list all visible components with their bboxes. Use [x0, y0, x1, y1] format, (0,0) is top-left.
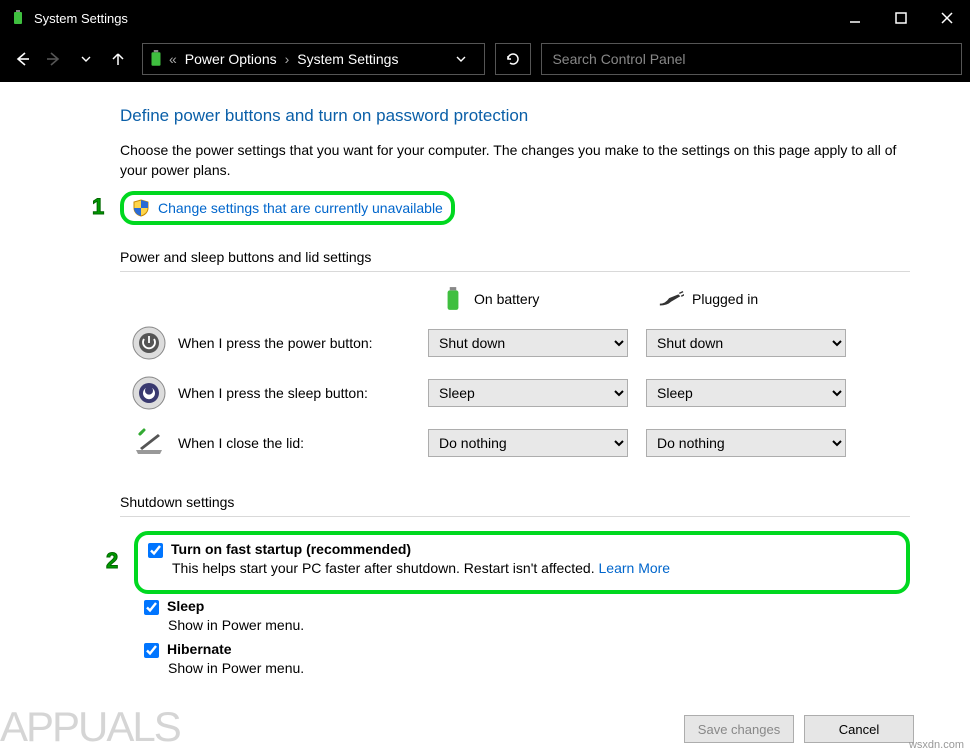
- breadcrumb[interactable]: « Power Options › System Settings: [142, 43, 485, 75]
- column-plugged-in: Plugged in: [646, 286, 846, 312]
- sleep-checkbox[interactable]: [144, 600, 159, 615]
- cancel-button[interactable]: Cancel: [804, 715, 914, 743]
- power-button-battery-select[interactable]: Shut down: [428, 329, 628, 357]
- breadcrumb-separator: «: [169, 51, 177, 67]
- sleep-option-desc: Show in Power menu.: [168, 617, 910, 633]
- annotation-badge-1: 1: [92, 194, 118, 222]
- power-options-grid: On battery Plugged in When I press the p…: [120, 286, 910, 462]
- hibernate-option-label: Hibernate: [167, 641, 232, 657]
- row-power-label: When I press the power button:: [178, 335, 373, 351]
- page-heading: Define power buttons and turn on passwor…: [120, 106, 910, 126]
- uac-shield-icon: [132, 199, 150, 217]
- power-button-icon: [130, 324, 168, 362]
- fast-startup-highlight: 2 Turn on fast startup (recommended) Thi…: [134, 531, 910, 594]
- nav-forward-button[interactable]: [40, 43, 68, 75]
- breadcrumb-system-settings[interactable]: System Settings: [293, 51, 402, 67]
- row-sleep-label: When I press the sleep button:: [178, 385, 368, 401]
- lid-battery-select[interactable]: Do nothing: [428, 429, 628, 457]
- fast-startup-checkbox[interactable]: [148, 543, 163, 558]
- hibernate-row: Hibernate: [144, 641, 910, 658]
- sleep-button-plugged-select[interactable]: Sleep: [646, 379, 846, 407]
- minimize-button[interactable]: [832, 0, 878, 36]
- page-description: Choose the power settings that you want …: [120, 140, 910, 181]
- fast-startup-desc: This helps start your PC faster after sh…: [172, 560, 896, 576]
- chevron-right-icon: ›: [285, 51, 290, 67]
- plug-icon: [658, 286, 684, 312]
- nav-up-button[interactable]: [104, 43, 132, 75]
- nav-history-dropdown[interactable]: [72, 43, 100, 75]
- power-button-plugged-select[interactable]: Shut down: [646, 329, 846, 357]
- laptop-lid-icon: [130, 424, 168, 462]
- shutdown-settings-group: 2 Turn on fast startup (recommended) Thi…: [120, 531, 910, 676]
- refresh-button[interactable]: [495, 43, 531, 75]
- learn-more-link[interactable]: Learn More: [599, 560, 671, 576]
- sleep-button-icon: [130, 374, 168, 412]
- hibernate-option-desc: Show in Power menu.: [168, 660, 910, 676]
- window-title: System Settings: [34, 11, 832, 26]
- sleep-option-label: Sleep: [167, 598, 204, 614]
- fast-startup-label: Turn on fast startup (recommended): [171, 541, 411, 557]
- close-button[interactable]: [924, 0, 970, 36]
- column-on-battery: On battery: [428, 286, 628, 312]
- power-options-icon: [10, 10, 26, 26]
- content-area: Define power buttons and turn on passwor…: [0, 82, 970, 755]
- breadcrumb-dropdown[interactable]: [442, 51, 480, 67]
- save-changes-button[interactable]: Save changes: [684, 715, 794, 743]
- section-power-sleep-lid: Power and sleep buttons and lid settings: [120, 249, 910, 272]
- section-shutdown-settings: Shutdown settings: [120, 494, 910, 517]
- change-settings-link[interactable]: Change settings that are currently unava…: [158, 200, 443, 216]
- watermark-logo: APPUALS: [0, 703, 180, 751]
- maximize-button[interactable]: [878, 0, 924, 36]
- search-input[interactable]: Search Control Panel: [541, 43, 962, 75]
- lid-plugged-select[interactable]: Do nothing: [646, 429, 846, 457]
- watermark-text: wsxdn.com: [909, 739, 964, 751]
- row-sleep-button: When I press the sleep button:: [120, 374, 410, 412]
- column-label-plugged: Plugged in: [692, 291, 758, 307]
- fast-startup-row: Turn on fast startup (recommended): [148, 541, 896, 558]
- row-power-button: When I press the power button:: [120, 324, 410, 362]
- column-label-battery: On battery: [474, 291, 539, 307]
- titlebar: System Settings: [0, 0, 970, 36]
- power-options-icon: [147, 50, 165, 68]
- sleep-button-battery-select[interactable]: Sleep: [428, 379, 628, 407]
- annotation-badge-2: 2: [106, 548, 132, 576]
- change-settings-link-highlight: 1 Change settings that are currently una…: [120, 191, 455, 225]
- breadcrumb-power-options[interactable]: Power Options: [181, 51, 281, 67]
- row-close-lid: When I close the lid:: [120, 424, 410, 462]
- battery-icon: [440, 286, 466, 312]
- footer-buttons: Save changes Cancel: [684, 715, 914, 743]
- hibernate-checkbox[interactable]: [144, 643, 159, 658]
- toolbar: « Power Options › System Settings Search…: [0, 36, 970, 82]
- row-lid-label: When I close the lid:: [178, 435, 304, 451]
- nav-back-button[interactable]: [8, 43, 36, 75]
- sleep-row: Sleep: [144, 598, 910, 615]
